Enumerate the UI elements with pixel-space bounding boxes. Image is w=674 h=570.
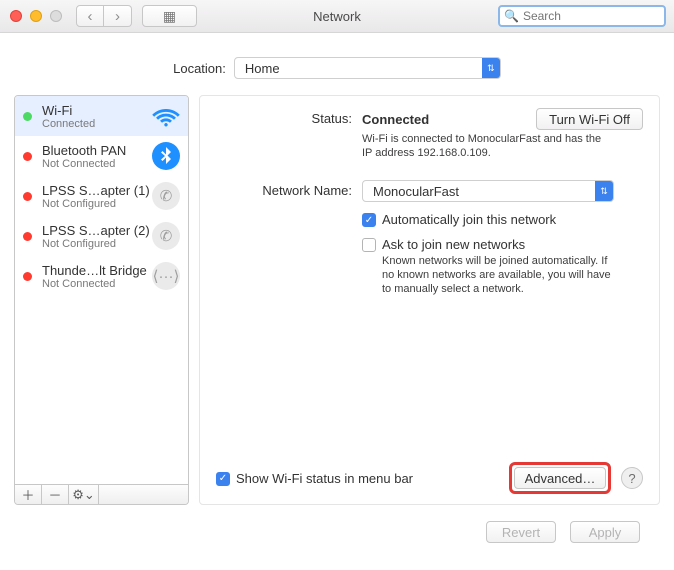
checkbox-icon	[362, 238, 376, 252]
help-icon: ?	[628, 471, 635, 486]
service-item-bluetooth[interactable]: Bluetooth PAN Not Connected	[15, 136, 188, 176]
service-item-thunderbolt[interactable]: Thunde…lt Bridge Not Connected ⟨···⟩	[15, 256, 188, 296]
status-dot-icon	[23, 272, 32, 281]
revert-button[interactable]: Revert	[486, 521, 556, 543]
location-select[interactable]: Home ⇅	[234, 57, 501, 79]
search-icon: 🔍	[504, 9, 519, 23]
service-name: Thunde…lt Bridge	[42, 263, 152, 278]
service-status: Not Connected	[42, 278, 152, 290]
bluetooth-icon	[152, 142, 180, 170]
apply-button[interactable]: Apply	[570, 521, 640, 543]
show-menu-label: Show Wi-Fi status in menu bar	[236, 471, 413, 486]
services-list: Wi-Fi Connected Bluetooth PAN Not Connec…	[15, 96, 188, 484]
status-dot-icon	[23, 152, 32, 161]
service-status: Connected	[42, 118, 152, 130]
status-dot-icon	[23, 112, 32, 121]
wifi-icon	[152, 102, 180, 130]
service-name: LPSS S…apter (2)	[42, 223, 152, 238]
service-name: LPSS S…apter (1)	[42, 183, 152, 198]
advanced-highlight: Advanced…	[509, 462, 611, 494]
gear-icon: ⚙︎⌄	[72, 487, 95, 503]
add-service-button[interactable]: ＋	[15, 485, 42, 504]
service-actions-button[interactable]: ⚙︎⌄	[69, 485, 99, 504]
turn-wifi-off-button[interactable]: Turn Wi-Fi Off	[536, 108, 643, 130]
chevron-left-icon: ‹	[88, 8, 93, 25]
detail-panel: Status: Connected Turn Wi-Fi Off Wi-Fi i…	[199, 95, 660, 505]
service-name: Bluetooth PAN	[42, 143, 152, 158]
services-sidebar: Wi-Fi Connected Bluetooth PAN Not Connec…	[14, 95, 189, 505]
bridge-icon: ⟨···⟩	[152, 262, 180, 290]
service-status: Not Configured	[42, 198, 152, 210]
service-item-wifi[interactable]: Wi-Fi Connected	[15, 96, 188, 136]
status-description: Wi-Fi is connected to MonocularFast and …	[362, 132, 612, 160]
checkbox-checked-icon: ✓	[362, 213, 376, 227]
close-window-button[interactable]	[10, 10, 22, 22]
status-dot-icon	[23, 192, 32, 201]
advanced-button[interactable]: Advanced…	[514, 467, 606, 489]
location-value: Home	[235, 61, 302, 76]
auto-join-checkbox[interactable]: ✓ Automatically join this network	[362, 212, 556, 227]
service-item-lpss1[interactable]: LPSS S…apter (1) Not Configured ✆	[15, 176, 188, 216]
plus-icon: ＋	[21, 485, 34, 504]
stepper-icon: ⇅	[482, 58, 500, 78]
network-name-value: MonocularFast	[363, 184, 481, 199]
phone-icon: ✆	[152, 222, 180, 250]
stepper-icon: ⇅	[595, 181, 613, 201]
minimize-window-button[interactable]	[30, 10, 42, 22]
remove-service-button[interactable]: －	[42, 485, 69, 504]
zoom-window-button	[50, 10, 62, 22]
status-value: Connected	[362, 112, 429, 127]
status-label: Status:	[216, 108, 362, 126]
checkbox-checked-icon: ✓	[216, 472, 230, 486]
grid-icon: ▦	[163, 8, 176, 25]
search-field-wrap[interactable]: 🔍	[498, 5, 666, 27]
ask-join-label: Ask to join new networks	[382, 237, 525, 252]
chevron-right-icon: ›	[115, 8, 120, 25]
show-all-button[interactable]: ▦	[142, 5, 197, 27]
sidebar-toolbar: ＋ － ⚙︎⌄	[15, 484, 188, 504]
minus-icon: －	[48, 485, 61, 504]
search-input[interactable]	[523, 9, 674, 23]
status-dot-icon	[23, 232, 32, 241]
phone-icon: ✆	[152, 182, 180, 210]
service-status: Not Configured	[42, 238, 152, 250]
service-status: Not Connected	[42, 158, 152, 170]
show-menu-checkbox[interactable]: ✓ Show Wi-Fi status in menu bar	[216, 471, 413, 486]
network-name-label: Network Name:	[216, 180, 362, 198]
help-button[interactable]: ?	[621, 467, 643, 489]
service-name: Wi-Fi	[42, 103, 152, 118]
back-button[interactable]: ‹	[76, 5, 104, 27]
ask-join-description: Known networks will be joined automatica…	[382, 254, 617, 296]
ask-join-checkbox[interactable]: Ask to join new networks	[362, 237, 617, 252]
titlebar: ‹ › ▦ Network 🔍	[0, 0, 674, 33]
location-label: Location:	[173, 61, 226, 76]
auto-join-label: Automatically join this network	[382, 212, 556, 227]
location-row: Location: Home ⇅	[14, 57, 660, 79]
network-name-select[interactable]: MonocularFast ⇅	[362, 180, 614, 202]
forward-button[interactable]: ›	[104, 5, 132, 27]
service-item-lpss2[interactable]: LPSS S…apter (2) Not Configured ✆	[15, 216, 188, 256]
